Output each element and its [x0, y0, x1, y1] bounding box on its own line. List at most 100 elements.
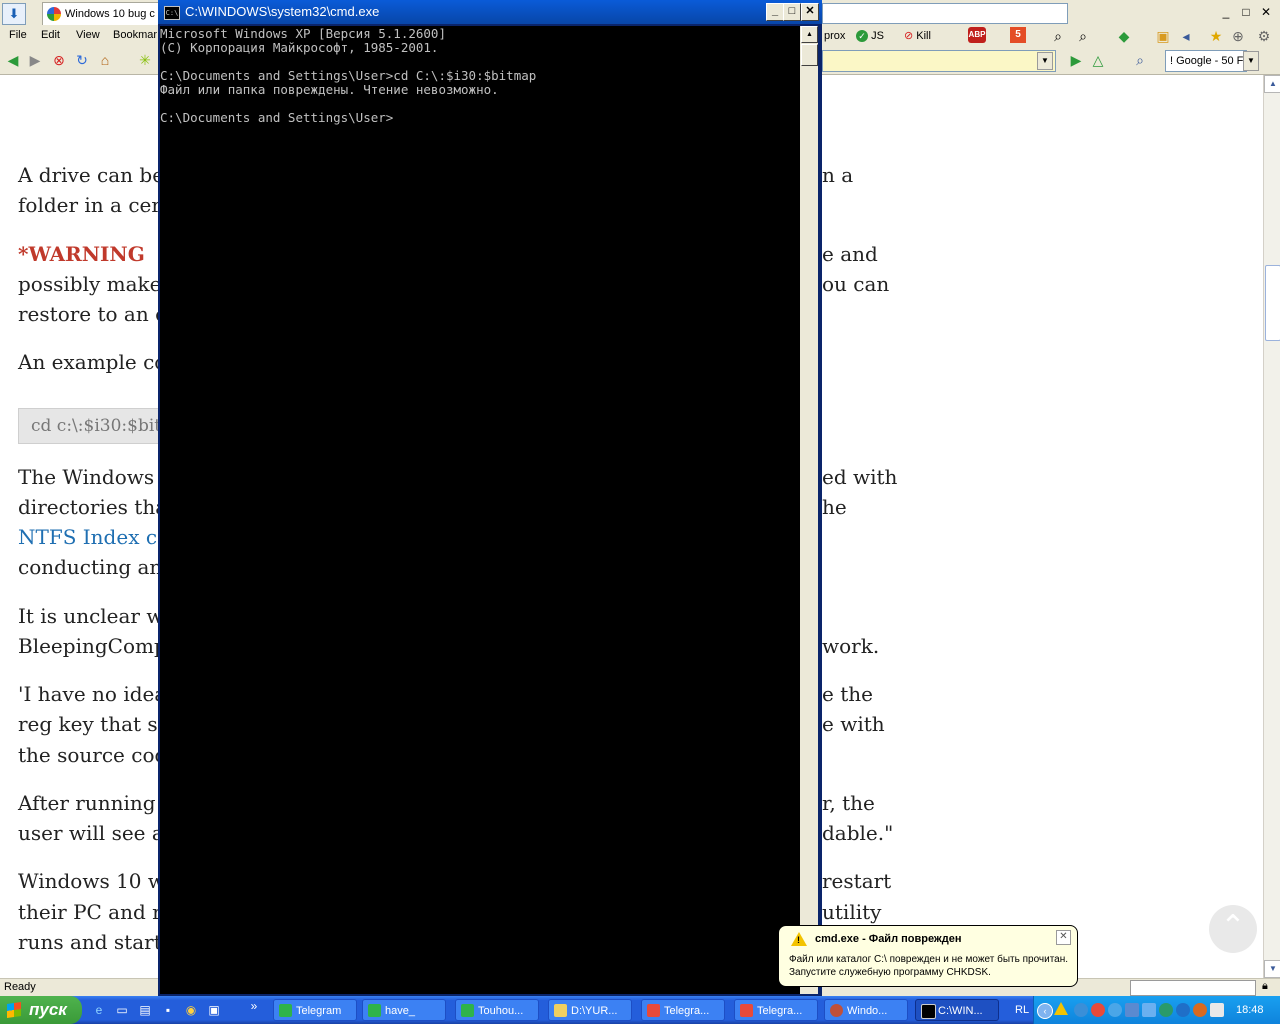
task-touhou[interactable]: Touhou... — [455, 999, 539, 1021]
toolbar-js-label: JS — [871, 30, 884, 42]
cmd-close-button[interactable]: ✕ — [801, 3, 819, 21]
clock[interactable]: 18:48 — [1236, 996, 1264, 1024]
toolbar-js[interactable]: ✓ JS — [856, 26, 884, 46]
site-identity-icon[interactable]: ✳ — [137, 52, 153, 68]
menu-file[interactable]: File — [9, 29, 27, 41]
browser-minimize-button[interactable]: _ — [1218, 4, 1234, 20]
menu-bookmarks[interactable]: Bookmar — [113, 29, 157, 41]
show-desktop-icon[interactable]: ▭ — [114, 1002, 130, 1018]
go-icon[interactable]: ▶ — [1068, 52, 1084, 68]
cmd-window[interactable]: C:\ C:\WINDOWS\system32\cmd.exe _ □ ✕ Mi… — [158, 0, 822, 996]
stop-icon[interactable]: ⊗ — [51, 52, 67, 68]
volume-icon[interactable] — [1210, 1003, 1224, 1017]
article-line: A drive can be — [18, 163, 165, 187]
html5-icon[interactable]: 5 — [1010, 27, 1026, 43]
folder-icon — [554, 1004, 567, 1017]
zoom-in-icon[interactable]: ⌕ — [1050, 28, 1066, 44]
zoom-out-icon[interactable]: ⌕ — [1075, 28, 1091, 44]
article-line: 'I have no idea — [18, 682, 167, 706]
cmd-scrollbar-thumb[interactable] — [801, 44, 818, 66]
browser-top-input[interactable] — [822, 3, 1068, 24]
reload-icon[interactable]: ↻ — [74, 52, 90, 68]
telegram-tray-icon[interactable] — [1091, 1003, 1105, 1017]
warning-mark: ! — [797, 935, 800, 945]
search-input[interactable]: ! Google - 50 F — [1165, 50, 1247, 72]
menu-view[interactable]: View — [76, 29, 100, 41]
ie-icon[interactable]: e — [91, 1002, 107, 1018]
home-icon[interactable]: ⌂ — [97, 52, 113, 68]
monitor-icon[interactable] — [1142, 1003, 1156, 1017]
task-telegram[interactable]: Telegram — [273, 999, 357, 1021]
scroll-down-arrow-icon[interactable]: ▼ — [1264, 960, 1280, 978]
update-icon[interactable] — [1176, 1003, 1190, 1017]
download-icon[interactable]: ⬇ — [2, 3, 26, 25]
task-telegram-3[interactable]: Telegra... — [734, 999, 818, 1021]
tray-expand-icon[interactable]: ‹ — [1037, 1003, 1053, 1019]
cmd-scrollbar[interactable]: ▲ — [800, 26, 818, 994]
scroll-up-arrow-icon[interactable]: ▲ — [1264, 75, 1280, 93]
star-icon[interactable]: ★ — [1208, 28, 1224, 44]
cmd-maximize-button[interactable]: □ — [783, 3, 801, 21]
task-folder[interactable]: D:\YUR... — [548, 999, 632, 1021]
cmd-console[interactable]: Microsoft Windows XP [Версия 5.1.2600] (… — [160, 26, 800, 994]
browser-close-button[interactable]: ✕ — [1258, 4, 1274, 20]
task-label: Telegra... — [664, 1005, 710, 1017]
article-line: ed with — [822, 465, 898, 489]
article-line: folder in a cert — [18, 193, 169, 217]
url-dropdown-icon[interactable]: ▼ — [1037, 52, 1053, 70]
browser-maximize-button[interactable]: □ — [1238, 4, 1254, 20]
cmd-minimize-button[interactable]: _ — [766, 3, 784, 21]
scrollbar-thumb[interactable] — [1265, 265, 1280, 341]
chrome-icon[interactable]: ◉ — [183, 1002, 199, 1018]
settings-icon[interactable]: ⚙ — [1256, 28, 1272, 44]
display-icon[interactable] — [1125, 1003, 1139, 1017]
quicklaunch-more-icon[interactable]: » — [246, 998, 262, 1014]
page-scrollbar[interactable]: ▲ ▼ — [1263, 75, 1280, 978]
language-indicator[interactable]: RL — [1015, 996, 1029, 1024]
back-list-icon[interactable]: ◂ — [1178, 28, 1194, 44]
tray-app-icon[interactable] — [1074, 1003, 1088, 1017]
console-line: Файл или папка повреждены. Чтение невозм… — [160, 82, 499, 97]
search-icon[interactable]: ⌕ — [1132, 52, 1148, 68]
article-line: Windows 10 w — [18, 869, 165, 893]
bookmark-manager-icon[interactable]: ▣ — [1155, 28, 1171, 44]
kill-icon: ⊘ — [904, 30, 914, 42]
search-dropdown-icon[interactable]: ▼ — [1243, 51, 1259, 71]
search-tray-icon[interactable] — [1193, 1003, 1207, 1017]
cmd-scroll-up-icon[interactable]: ▲ — [801, 26, 818, 43]
article-line: restart — [822, 869, 892, 893]
warning-icon[interactable] — [1054, 1002, 1068, 1015]
start-button[interactable]: пуск — [0, 996, 82, 1024]
ntfs-index-link[interactable]: NTFS Index ca — [18, 522, 169, 552]
save-icon[interactable]: ▪ — [160, 1002, 176, 1018]
task-label: Windo... — [847, 1005, 888, 1017]
toolbar-kill[interactable]: ⊘ Kill — [904, 26, 931, 46]
article-line: BleepingComp — [18, 634, 167, 658]
task-have[interactable]: have_ — [362, 999, 446, 1021]
balloon-close-button[interactable]: ✕ — [1056, 930, 1071, 945]
adblock-icon[interactable]: ABP — [968, 27, 986, 43]
task-cmd[interactable]: C:\WIN... — [915, 999, 999, 1021]
task-label: D:\YUR... — [571, 1005, 618, 1017]
notification-balloon[interactable]: ! cmd.exe - Файл поврежден ✕ Файл или ка… — [778, 925, 1078, 987]
task-telegram-2[interactable]: Telegra... — [641, 999, 725, 1021]
notepad-icon[interactable]: ▤ — [137, 1002, 153, 1018]
url-bar[interactable]: ▼ — [822, 50, 1056, 72]
add-icon[interactable]: ⊕ — [1230, 28, 1246, 44]
security-icon[interactable] — [1159, 1003, 1173, 1017]
telegram-icon — [279, 1004, 292, 1017]
window-icon[interactable]: ▣ — [206, 1002, 222, 1018]
cmd-icon — [921, 1004, 936, 1019]
up-icon[interactable]: △ — [1090, 52, 1106, 68]
cmd-title-bar[interactable]: C:\ C:\WINDOWS\system32\cmd.exe _ □ ✕ — [158, 0, 822, 24]
task-browser[interactable]: Windo... — [824, 999, 908, 1021]
addon-icon[interactable]: ◆ — [1116, 28, 1132, 44]
scroll-to-top-button[interactable]: ⌃ — [1209, 905, 1257, 953]
forward-icon[interactable]: ▶ — [27, 52, 43, 68]
toolbar-prox[interactable]: prox — [824, 26, 845, 46]
cmd-app-icon[interactable]: C:\ — [164, 6, 180, 20]
back-icon[interactable]: ◀ — [5, 52, 21, 68]
menu-edit[interactable]: Edit — [41, 29, 60, 41]
site-favicon-icon — [47, 7, 61, 21]
network-icon[interactable] — [1108, 1003, 1122, 1017]
